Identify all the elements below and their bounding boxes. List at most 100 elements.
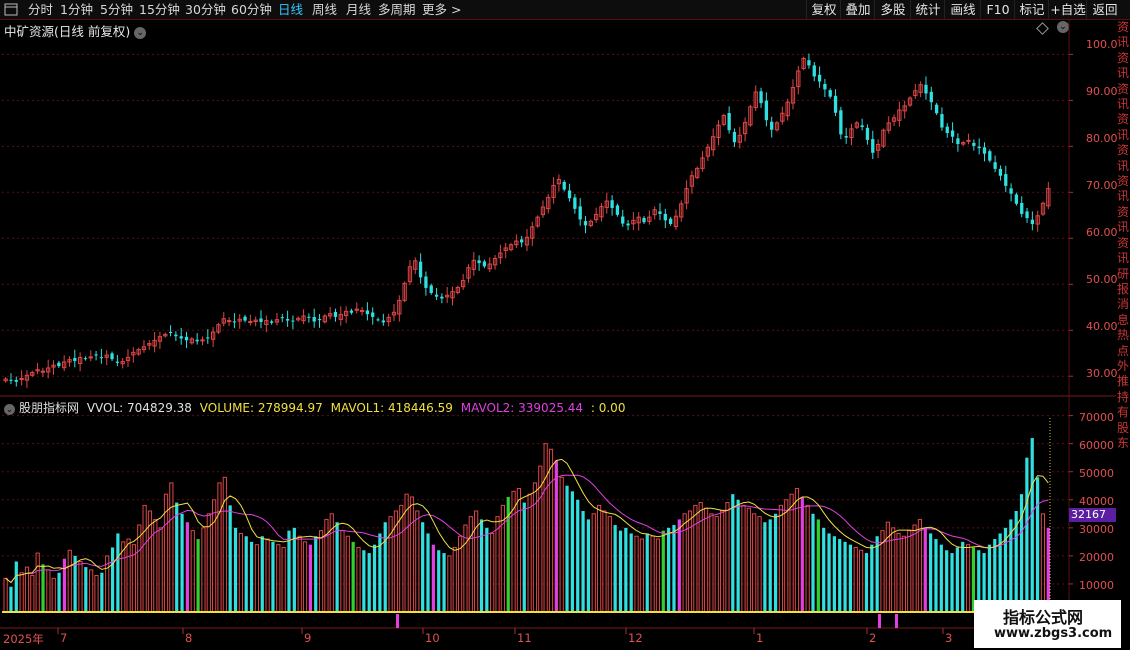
volume-bar (602, 510, 607, 613)
candle-body (567, 190, 572, 199)
volume-bar (233, 527, 238, 612)
volume-bar (645, 533, 649, 612)
candle-body (642, 217, 646, 223)
volume-bar (217, 482, 222, 613)
candle-body (583, 221, 588, 226)
volume-bar (901, 535, 906, 613)
volume-bar (175, 502, 179, 612)
current-value-badge: 32167 (1069, 508, 1116, 522)
volume-bar (431, 544, 435, 612)
volume-bar (629, 533, 633, 612)
candle-body (940, 114, 944, 128)
signal-marker (396, 614, 399, 628)
price-tick: 100.0 (1086, 38, 1118, 51)
volume-bar (848, 544, 853, 612)
volume-bar (682, 513, 687, 613)
volume-bar (3, 577, 8, 613)
volume-bar (650, 535, 655, 613)
candle-body (195, 339, 199, 342)
x-axis-label: 2 (869, 631, 877, 645)
candle-body (972, 142, 976, 146)
chevron-down-icon[interactable]: ⌄ (4, 404, 15, 415)
candle-body (312, 316, 316, 322)
volume-bar (923, 527, 927, 612)
candle-body (482, 261, 487, 267)
volume-tick: 20000 (1079, 551, 1114, 564)
volume-bar (789, 493, 794, 613)
mavol1-label: MAVOL1: 418446.59 (330, 401, 453, 415)
volume-bar (1030, 438, 1034, 612)
candle-body (1004, 174, 1008, 186)
candle-body (860, 125, 864, 128)
volume-bar (169, 482, 174, 613)
side-tab-strip[interactable]: 资讯资讯资讯资讯资讯资讯资讯资讯研报消息热点外推持有股东 (1117, 20, 1130, 650)
candle-body (94, 354, 98, 356)
volume-bar (196, 539, 200, 612)
volume-bar (452, 546, 457, 613)
volume-bar (500, 504, 505, 613)
candle-body (359, 309, 365, 312)
chart-canvas[interactable] (0, 0, 1130, 650)
volume-bar (468, 516, 473, 613)
volume-bar (479, 519, 484, 612)
volume-bar (548, 448, 554, 613)
volume-bar (260, 536, 264, 612)
volume-bar (725, 502, 730, 613)
volume-bar (409, 496, 415, 613)
candle-body (1014, 194, 1019, 204)
candle-body (333, 312, 338, 317)
volume-bar (618, 530, 623, 612)
volume-bar (565, 485, 569, 612)
volume-bar (228, 505, 232, 612)
signal-marker (878, 614, 881, 628)
volume-bar (206, 513, 211, 613)
watermark-url: www.zbgs3.com (994, 626, 1113, 641)
candle-body (833, 95, 838, 113)
candle-body (817, 74, 822, 82)
candle-body (950, 130, 955, 137)
volume-bar (388, 516, 393, 613)
x-axis-label: 12 (628, 631, 643, 645)
volume-bar (185, 522, 190, 612)
candle-body (19, 378, 24, 381)
volume-bar (314, 536, 318, 612)
extra-label: : 0.00 (590, 401, 626, 415)
candle-body (727, 113, 731, 131)
candle-body (376, 319, 380, 321)
volume-bar (362, 550, 366, 612)
candle-body (9, 379, 13, 381)
candle-body (759, 91, 763, 104)
price-tick: 40.00 (1086, 320, 1118, 333)
volume-bar (853, 546, 858, 613)
candle-body (440, 296, 444, 299)
volume-bar (35, 552, 40, 613)
volume-bar (490, 532, 495, 613)
candle-body (615, 205, 620, 215)
indicator-name[interactable]: 股朋指标网 (19, 401, 79, 415)
volume-bar (41, 564, 45, 612)
volume-bar (811, 513, 815, 612)
candle-body (365, 310, 370, 315)
candle-body (828, 90, 832, 97)
volume-bar (907, 530, 912, 613)
volume-bar (447, 555, 452, 613)
signal-marker (895, 614, 898, 628)
volume-bar (912, 524, 917, 613)
candle-body (73, 358, 77, 362)
volume-bar (607, 516, 612, 613)
candle-body (966, 139, 971, 142)
candle-body (573, 197, 577, 209)
volume-bar (1025, 457, 1029, 612)
volume-bar (89, 569, 94, 613)
volume-bar (929, 533, 933, 612)
volume-bar (516, 488, 522, 613)
candle-body (929, 91, 933, 103)
volume-bar (773, 513, 778, 612)
volume-bar (281, 546, 286, 613)
volume-bar (84, 567, 88, 612)
volume-label: VOLUME: 278994.97 (199, 401, 323, 415)
volume-bar (896, 532, 901, 613)
candle-body (945, 126, 949, 134)
volume-bar (265, 538, 270, 613)
candle-body (99, 357, 104, 359)
